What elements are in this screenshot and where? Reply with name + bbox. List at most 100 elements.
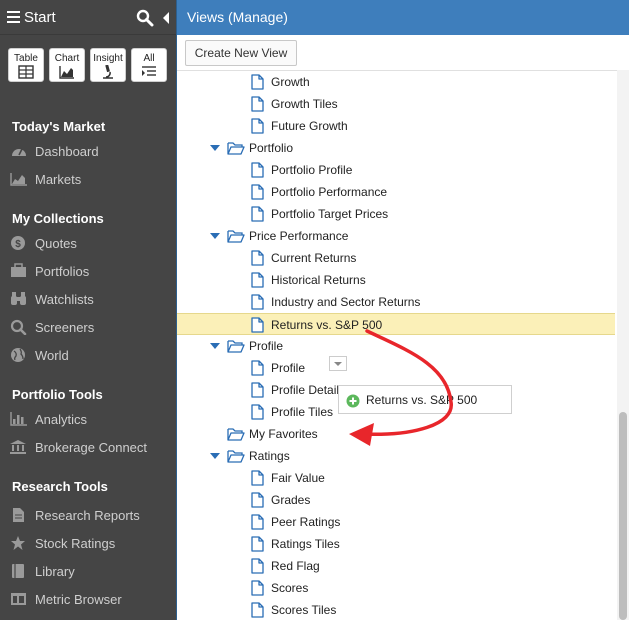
quick-button-table[interactable]: Table [8,48,44,82]
drag-ghost: Returns vs. S&P 500 [338,385,512,414]
document-icon [251,250,264,266]
scrollbar[interactable] [617,70,629,620]
sidebar-item-world[interactable]: World [10,345,170,367]
svg-text:$: $ [15,239,21,250]
quick-button-insight[interactable]: Insight [90,48,126,82]
sidebar-item-dashboard[interactable]: Dashboard [10,141,170,163]
document-icon [251,317,264,333]
tree-label: Future Growth [271,119,348,133]
collapse-sidebar-icon[interactable] [163,12,169,24]
tree-folder[interactable]: My Favorites [177,423,615,445]
tree-item[interactable]: Peer Ratings [177,511,615,533]
tree-label: Portfolio Profile [271,163,353,177]
tree-item[interactable]: Future Growth [177,115,615,137]
sidebar-item-label: Metric Browser [35,592,122,607]
sidebar-item-metric-browser[interactable]: Metric Browser [10,589,170,611]
tree-folder[interactable]: Ratings [177,445,615,467]
tree-item[interactable]: Portfolio Performance [177,181,615,203]
tree-item[interactable]: Portfolio Target Prices [177,203,615,225]
sidebar-item-label: Research Reports [35,508,140,523]
tree-item[interactable]: Fair Value [177,467,615,489]
sidebar-item-label: Screeners [35,320,95,335]
area-chart-icon [10,173,27,186]
tree-item[interactable]: Grades [177,489,615,511]
tree-label: Grades [271,493,311,507]
portfolio-icon [11,263,26,277]
tree-label: Portfolio Target Prices [271,207,389,221]
quick-button-label: Chart [54,53,80,64]
tree-folder[interactable]: Profile [177,335,615,357]
sidebar-item-analytics[interactable]: Analytics [10,409,170,431]
hamburger-menu-icon[interactable] [7,11,20,23]
tree-label: Profile Detail [271,383,340,397]
tree-label: Profile [271,361,306,375]
panel-header: Views (Manage) [177,0,629,35]
chevron-down-icon [334,362,342,366]
quick-button-label: Table [14,53,38,64]
tree-item[interactable]: Red Flag [177,555,615,577]
globe-icon [11,348,25,362]
search-icon[interactable] [136,9,154,27]
tree-label: Historical Returns [271,273,366,287]
sidebar-item-label: Dashboard [35,144,99,159]
tree-item[interactable]: Current Returns [177,247,615,269]
sidebar-item-quotes[interactable]: $ Quotes [10,233,170,255]
quick-button-all[interactable]: All [131,48,167,82]
document-icon [251,580,264,596]
sidebar-item-brokerage-connect[interactable]: Brokerage Connect [10,437,170,459]
document-icon [251,360,264,376]
sidebar-item-markets[interactable]: Markets [10,169,170,191]
my-favorites-dropdown[interactable] [329,356,347,371]
document-icon [13,508,24,522]
expand-triangle-icon[interactable] [210,453,220,460]
expand-triangle-icon[interactable] [210,145,220,152]
sidebar-item-label: Watchlists [35,292,94,307]
tree-item[interactable]: Scores Tiles [177,599,615,620]
sidebar: Start Table Chart Insight All Today's Ma… [0,0,176,620]
section-title-my-collections: My Collections [12,211,104,226]
sidebar-item-portfolios[interactable]: Portfolios [10,261,170,283]
tree-item[interactable]: Industry and Sector Returns [177,291,615,313]
scroll-thumb[interactable] [619,412,627,620]
tree-folder[interactable]: Price Performance [177,225,615,247]
tree-item[interactable]: Profile [177,357,615,379]
tree-item[interactable]: Portfolio Profile [177,159,615,181]
views-tree: Growth Growth Tiles Future Growth Portfolio… [177,70,629,620]
sidebar-item-label: Stock Ratings [35,536,116,551]
tree-item[interactable]: Growth Tiles [177,93,615,115]
quick-button-chart[interactable]: Chart [49,48,85,82]
sidebar-item-research-reports[interactable]: Research Reports [10,505,170,527]
tree-label: Peer Ratings [271,515,341,529]
sidebar-item-screeners[interactable]: Screeners [10,317,170,339]
section-title-research-tools: Research Tools [12,479,108,494]
sidebar-item-stock-ratings[interactable]: Stock Ratings [10,533,170,555]
tree-label: Ratings [249,449,290,463]
dashboard-icon [12,148,26,156]
tree-item[interactable]: Ratings Tiles [177,533,615,555]
tree-label: Returns vs. S&P 500 [271,318,383,332]
document-icon [251,404,264,420]
sidebar-item-watchlists[interactable]: Watchlists [10,289,170,311]
expand-triangle-icon[interactable] [210,233,220,240]
document-icon [251,118,264,134]
tree-item[interactable]: Returns vs. S&P 500 [177,313,615,335]
tree-item[interactable]: Growth [177,71,615,93]
tree-folder[interactable]: Portfolio [177,137,615,159]
sidebar-title[interactable]: Start [24,9,56,26]
document-icon [251,162,264,178]
add-icon [346,394,360,408]
tree-label: Growth Tiles [271,97,338,111]
book-icon [12,564,24,578]
tree-label: Portfolio Performance [271,185,388,199]
quick-button-label: Insight [93,53,123,64]
tree-label: Scores [271,581,309,595]
binoculars-icon [11,292,26,305]
create-new-view-button[interactable]: Create New View [185,40,297,66]
tree-label: Red Flag [271,559,320,573]
tree-label: Fair Value [271,471,325,485]
expand-triangle-icon[interactable] [210,343,220,350]
sidebar-item-label: Analytics [35,412,88,427]
tree-item[interactable]: Scores [177,577,615,599]
sidebar-item-library[interactable]: Library [10,561,170,583]
tree-item[interactable]: Historical Returns [177,269,615,291]
